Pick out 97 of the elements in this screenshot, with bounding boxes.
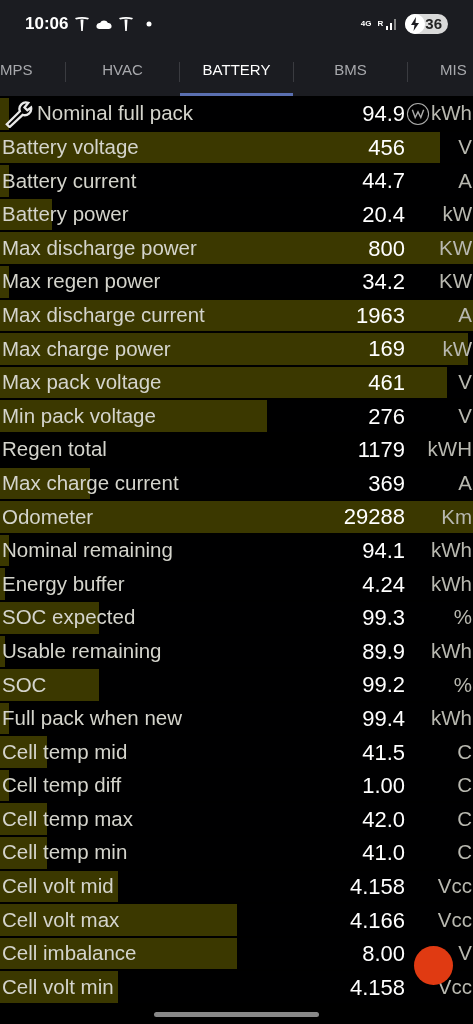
row-unit: Vcc [437,906,473,933]
row-label: Max regen power [2,268,161,295]
row-value: 99.2 [362,671,406,700]
row-value: 456 [368,133,406,162]
tesla-logo-icon [74,16,91,32]
row-value: 41.0 [362,839,406,868]
signal-icon [385,18,398,30]
row-value: 8.00 [362,940,406,969]
row-label: Max charge power [2,335,171,362]
tab[interactable]: MPS [0,48,65,96]
row-unit: kWh [431,100,473,127]
row-unit: Vcc [437,873,473,900]
emblem-icon[interactable] [406,102,430,126]
row-label: Max discharge current [2,302,205,328]
row-unit: kWH [427,436,473,463]
row-value: 800 [368,234,406,263]
row-unit: kWh [431,570,473,597]
row-value: 1.00 [362,772,406,801]
row-unit: KW [438,268,473,295]
row-value: 4.158 [349,872,406,901]
row-label: Energy buffer [2,570,125,597]
row-value: 1179 [357,436,406,465]
cloud-icon [96,19,113,29]
row-unit: kWh [431,537,473,564]
tab[interactable]: HVAC [66,48,179,96]
clock: 10:06 [25,13,69,36]
tab[interactable]: MIS [408,48,473,96]
row-label: Cell volt min [2,973,114,1000]
row-unit: A [458,302,473,328]
row-label: Nominal full pack [37,100,194,127]
row-label: Usable remaining [2,637,162,664]
row-label: Max pack voltage [2,369,162,396]
row-unit: A [458,469,473,496]
row-value: 276 [368,402,406,431]
roaming-indicator: R [377,20,384,28]
row-unit: C [457,772,473,799]
row-label: Full pack when new [2,705,183,732]
row-label: Cell volt mid [2,873,114,900]
row-label: Nominal remaining [2,537,173,564]
row-value: 94.1 [362,537,406,565]
row-label: Cell imbalance [2,940,137,967]
row-unit: kWh [431,705,473,732]
wrench-icon[interactable] [3,100,33,128]
row-unit: V [458,940,473,967]
row-unit: % [453,604,473,631]
row-value: 41.5 [362,738,406,767]
row-label: Max discharge power [2,234,197,261]
row-label: SOC [2,671,47,698]
tesla-logo-icon [118,16,135,32]
dot-icon [146,21,153,27]
battery-level: 36 [425,13,442,34]
row-unit: A [458,167,473,194]
row-value: 461 [368,369,406,398]
row-unit: V [458,402,473,429]
row-value: 169 [368,335,406,364]
row-value: 89.9 [362,637,406,666]
row-label: Battery voltage [2,134,139,160]
row-value: 99.4 [362,705,406,733]
row-unit: C [457,805,473,832]
tab[interactable]: BMS [294,48,407,96]
row-label: Battery power [2,201,129,228]
row-value: 369 [368,469,406,498]
network-type: 4G [360,20,372,28]
row-label: Min pack voltage [2,402,156,429]
row-value: 4.24 [362,570,406,599]
row-unit: V [458,134,473,160]
row-unit: Vcc [437,973,473,1000]
row-value: 4.166 [349,906,406,935]
row-unit: kW [442,201,473,228]
row-value: 34.2 [362,268,406,297]
row-unit: kW [442,335,473,362]
row-value: 29288 [343,503,406,532]
row-unit: KW [438,234,473,261]
row-unit: C [457,839,473,866]
row-value: 4.158 [349,973,406,1002]
row-label: SOC expected [2,604,136,631]
row-value: 44.7 [362,167,406,196]
row-label: Battery current [2,167,137,194]
row-label: Cell temp max [2,805,133,832]
row-label: Odometer [2,503,94,530]
row-unit: kWh [431,637,473,664]
row-value: 20.4 [362,201,406,230]
row-value: 94.9 [362,100,406,129]
row-value: 99.3 [362,604,406,633]
charging-icon [405,14,426,34]
row-unit: V [458,369,473,396]
row-unit: % [453,671,473,698]
row-value: 42.0 [362,805,406,834]
row-label: Cell temp min [2,839,128,866]
row-value: 1963 [356,301,406,330]
row-label: Max charge current [2,469,179,496]
row-label: Cell temp mid [2,738,128,765]
row-unit: Km [441,503,473,530]
row-label: Cell volt max [2,906,120,933]
row-label: Regen total [2,436,107,463]
row-label: Cell temp diff [2,772,122,799]
row-unit: C [457,738,473,765]
